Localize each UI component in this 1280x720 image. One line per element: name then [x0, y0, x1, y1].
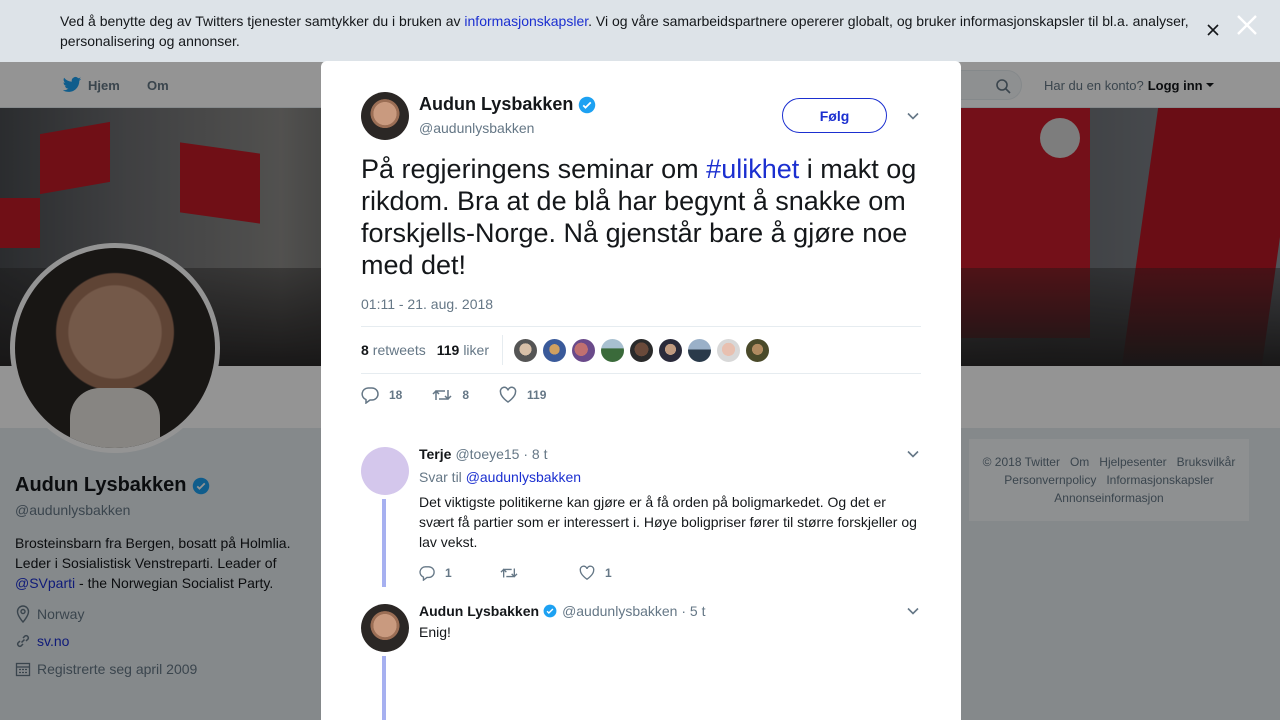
reply-icon: [419, 566, 435, 581]
follow-button[interactable]: Følg: [782, 98, 887, 133]
reply-icon: [361, 387, 379, 404]
liker-avatar[interactable]: [570, 337, 596, 363]
reply-to-handle-link[interactable]: @audunlysbakken: [466, 469, 581, 485]
reply-count: 1: [445, 566, 452, 580]
reply-text: Det viktigste politikerne kan gjøre er å…: [419, 494, 917, 550]
retweet-icon: [500, 568, 518, 578]
cookie-banner: Ved å benytte deg av Twitters tjenester …: [0, 0, 1280, 62]
reply-to-line: Svar til @audunlysbakken: [419, 469, 581, 485]
chevron-down-icon[interactable]: [906, 109, 920, 123]
reply-text: Enig!: [419, 624, 451, 640]
liker-avatar[interactable]: [686, 337, 712, 363]
liker-avatar[interactable]: [744, 337, 770, 363]
modal-close-icon[interactable]: [1234, 12, 1260, 38]
retweet-icon: [432, 389, 452, 401]
likes-stat[interactable]: 119 liker: [437, 342, 489, 358]
reply-author-name[interactable]: Terje: [419, 446, 451, 462]
reply-header: Terje @toeye15 · 8 t: [419, 446, 548, 462]
liker-avatar[interactable]: [628, 337, 654, 363]
reply-avatar[interactable]: [361, 447, 409, 495]
like-count: 1: [605, 566, 612, 580]
verified-badge-icon: [543, 604, 557, 618]
tweet-text-part-1: På regjeringens seminar om: [361, 154, 707, 184]
cookie-close-icon[interactable]: [1205, 22, 1221, 38]
heart-icon: [579, 565, 595, 581]
reply-avatar[interactable]: [361, 604, 409, 652]
liker-avatar[interactable]: [599, 337, 625, 363]
tweet-stats: 8 retweets 119 liker: [361, 326, 921, 374]
chevron-down-icon[interactable]: [906, 604, 920, 618]
tweet-author-handle[interactable]: @audunlysbakken: [419, 120, 534, 136]
retweet-action[interactable]: 8: [432, 386, 469, 404]
tweet-author-name-text: Audun Lysbakken: [419, 94, 574, 114]
reply-action[interactable]: 18: [361, 386, 402, 404]
thread-line: [382, 499, 386, 587]
reply-author-handle[interactable]: @toeye15: [455, 446, 519, 462]
likes-label: liker: [463, 342, 489, 358]
reply-action[interactable]: 1: [419, 565, 499, 581]
retweet-action[interactable]: [499, 565, 579, 581]
liker-avatar[interactable]: [541, 337, 567, 363]
verified-badge-icon: [579, 96, 596, 113]
liker-avatar[interactable]: [715, 337, 741, 363]
cookie-policy-link[interactable]: informasjonskapsler: [464, 13, 588, 29]
chevron-down-icon[interactable]: [906, 447, 920, 461]
like-action[interactable]: 119: [499, 386, 546, 404]
heart-icon: [499, 386, 517, 403]
reply-author-handle[interactable]: @audunlysbakken: [562, 603, 677, 619]
liker-avatar[interactable]: [657, 337, 683, 363]
cookie-text-before: Ved å benytte deg av Twitters tjenester …: [60, 13, 465, 29]
retweets-stat[interactable]: 8 retweets: [361, 342, 426, 358]
tweet-author-avatar[interactable]: [361, 92, 409, 140]
reply-time[interactable]: · 5 t: [681, 603, 705, 619]
reply-header: Audun Lysbakken @audunlysbakken · 5 t: [419, 603, 705, 619]
tweet-text: På regjeringens seminar om #ulikhet i ma…: [361, 153, 926, 281]
liker-avatar[interactable]: [512, 337, 538, 363]
reply-actions: 1 1: [419, 562, 659, 584]
retweets-label: retweets: [372, 342, 426, 358]
reply-author-name[interactable]: Audun Lysbakken: [419, 603, 539, 619]
cookie-text: Ved å benytte deg av Twitters tjenester …: [60, 11, 1200, 51]
likes-count: 119: [436, 342, 460, 358]
retweets-count: 8: [361, 342, 369, 358]
reply-to-label: Svar til: [419, 469, 462, 485]
thread-line: [382, 656, 386, 720]
tweet-timestamp[interactable]: 01:11 - 21. aug. 2018: [361, 296, 493, 312]
like-action[interactable]: 1: [579, 565, 659, 581]
like-count: 119: [527, 388, 547, 402]
reply-time[interactable]: · 8 t: [523, 446, 547, 462]
retweet-count: 8: [462, 388, 470, 402]
hashtag-link[interactable]: #ulikhet: [706, 154, 799, 184]
tweet-author-name[interactable]: Audun Lysbakken: [419, 94, 596, 115]
reply-count: 18: [389, 388, 403, 402]
tweet-modal: Audun Lysbakken @audunlysbakken Følg På …: [321, 61, 961, 720]
tweet-actions: 18 8 119: [361, 383, 576, 407]
